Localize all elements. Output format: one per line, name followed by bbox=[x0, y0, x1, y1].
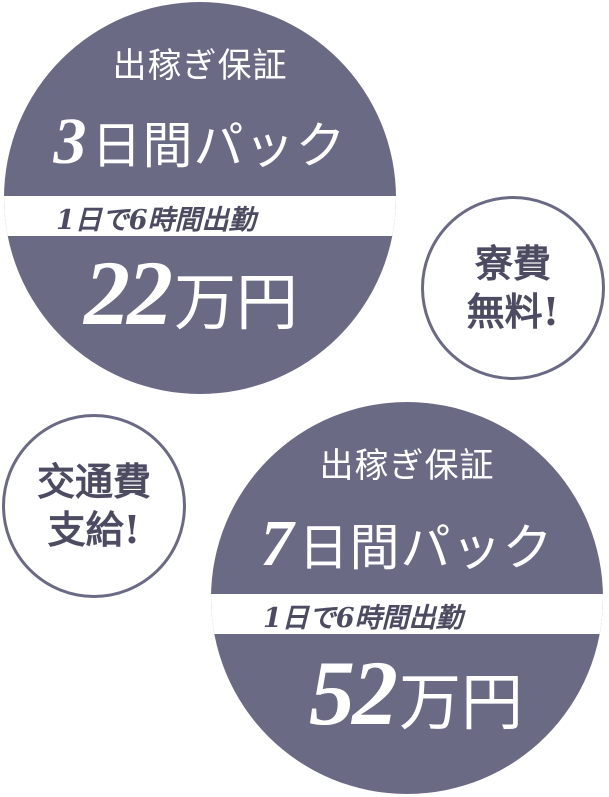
badge-transport-line1: 交通費 bbox=[36, 459, 151, 504]
plan-3day-unit: 万円 bbox=[174, 266, 299, 339]
plan-7day-pack-suffix: 日間パック bbox=[298, 519, 554, 577]
plan-7day-unit: 万円 bbox=[399, 666, 524, 739]
badge-dorm-free: 寮費 無料! bbox=[421, 196, 605, 380]
plan-7day-condition: 1日で6時間出勤 bbox=[263, 603, 463, 634]
badge-transport-line2: 支給! bbox=[47, 507, 141, 552]
plan-7day-amount: 52 bbox=[309, 642, 398, 744]
plan-3day-amount: 22 bbox=[84, 242, 173, 344]
plan-3day-condition: 1日で6時間出勤 bbox=[56, 205, 256, 236]
plan-3day-price: 22万円 bbox=[84, 240, 396, 346]
plan-3day-days: 3 bbox=[53, 105, 88, 178]
plan-7day-circle: 出稼ぎ保証 7日間パック 1日で6時間出勤 52万円 bbox=[211, 402, 603, 794]
badge-transport-paid: 交通費 支給! bbox=[2, 414, 186, 598]
plan-7day-days: 7 bbox=[260, 507, 295, 580]
page: 出稼ぎ保証 3日間パック 1日で6時間出勤 22万円 寮費 無料! 交通費 支給… bbox=[0, 0, 609, 797]
plan-7day-price: 52万円 bbox=[309, 640, 603, 746]
badge-dorm-line1: 寮費 bbox=[474, 241, 551, 286]
plan-3day-pack-suffix: 日間パック bbox=[91, 117, 347, 175]
plan-7day-pack: 7日間パック bbox=[211, 506, 603, 582]
plan-3day-pack: 3日間パック bbox=[4, 104, 396, 180]
badge-dorm-line2: 無料! bbox=[466, 289, 560, 334]
plan-3day-label: 出稼ぎ保証 bbox=[112, 46, 288, 86]
plan-7day-label: 出稼ぎ保証 bbox=[319, 446, 495, 486]
plan-3day-circle: 出稼ぎ保証 3日間パック 1日で6時間出勤 22万円 bbox=[4, 2, 396, 394]
